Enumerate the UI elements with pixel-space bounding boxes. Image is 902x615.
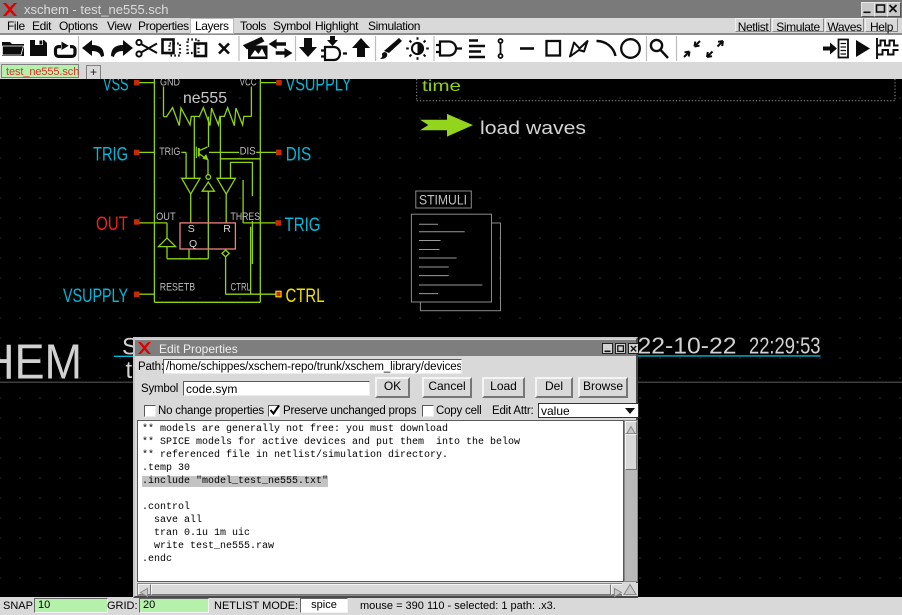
svg-text:HEM: HEM	[0, 334, 82, 389]
svg-text:22-10-22: 22-10-22	[638, 333, 737, 359]
svg-text:DIS: DIS	[240, 146, 256, 158]
svg-text:load waves: load waves	[480, 118, 586, 138]
svg-text:ne555: ne555	[183, 90, 227, 107]
svg-text:t: t	[126, 357, 133, 384]
svg-text:S: S	[188, 223, 195, 235]
svg-text:TRIG: TRIG	[285, 215, 321, 236]
svg-text:R: R	[223, 223, 231, 235]
svg-text:VSUPPLY: VSUPPLY	[286, 79, 352, 95]
svg-text:22:29:53: 22:29:53	[749, 333, 821, 359]
svg-text:DIS: DIS	[286, 145, 312, 166]
svg-text:TRIG: TRIG	[159, 146, 180, 158]
svg-text:OUT: OUT	[96, 214, 128, 235]
svg-text:Q: Q	[189, 238, 197, 250]
svg-text:RESETB: RESETB	[160, 282, 195, 294]
svg-text:CTRL: CTRL	[231, 282, 252, 294]
svg-text:CTRL: CTRL	[286, 286, 325, 307]
svg-text:STIMULI: STIMULI	[419, 193, 467, 208]
svg-text:VSS: VSS	[103, 79, 129, 95]
svg-text:TRIG: TRIG	[93, 145, 128, 166]
svg-text:GND: GND	[160, 79, 180, 89]
svg-text:VCC: VCC	[240, 79, 257, 89]
svg-text:VSUPPLY: VSUPPLY	[63, 286, 128, 307]
svg-text:OUT: OUT	[156, 211, 176, 223]
svg-text:THRES: THRES	[231, 211, 261, 223]
svg-text:time: time	[422, 79, 461, 95]
